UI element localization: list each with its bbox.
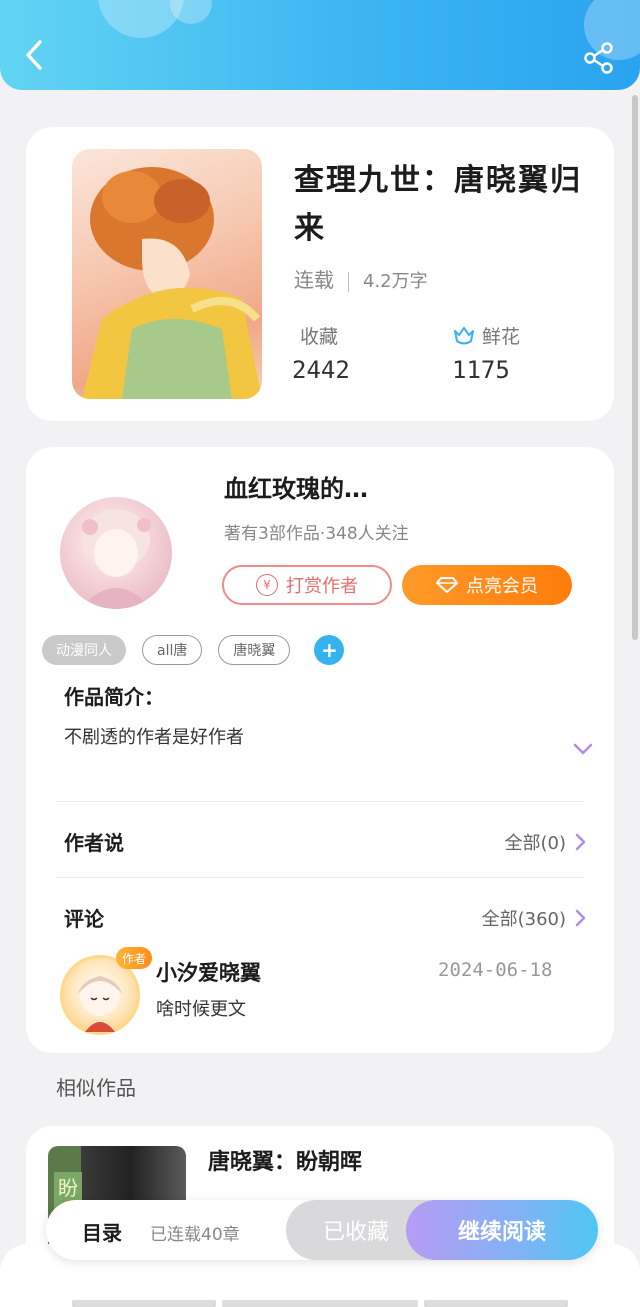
author-says-all-label: 全部(0): [504, 832, 567, 854]
book-info-card: 查理九世：唐晓翼归来 连载 4.2万字 收藏 2442 鲜花 1175: [26, 127, 614, 421]
back-button[interactable]: [22, 38, 50, 72]
book-meta: 连载 4.2万字: [294, 264, 428, 293]
comments-all-label: 全部(360): [481, 908, 566, 930]
commenter-illustration: [78, 976, 122, 1032]
tab-indicator: [424, 1300, 568, 1307]
cover-illustration: [82, 167, 262, 399]
favorites-count: 2442: [292, 356, 350, 384]
decorative-bubble: [170, 0, 212, 24]
activate-vip-button[interactable]: 点亮会员: [402, 565, 572, 605]
flowers-stat[interactable]: 鲜花: [452, 322, 520, 349]
bottom-tab-strip: [0, 1300, 640, 1307]
diamond-icon: [436, 577, 458, 593]
yen-icon: ¥: [256, 574, 278, 596]
author-badge: 作者: [116, 947, 152, 969]
expand-intro-button[interactable]: [572, 741, 594, 757]
tab-indicator: [222, 1300, 418, 1307]
top-header: [0, 0, 640, 90]
divider: [56, 877, 584, 878]
author-says-all-link[interactable]: 全部(0): [505, 829, 587, 855]
chevron-right-icon: [575, 909, 586, 926]
chevron-right-icon: [575, 833, 586, 850]
avatar-illustration: [80, 509, 152, 609]
comment-date: 2024-06-18: [438, 959, 553, 981]
intro-title: 作品简介：: [64, 685, 164, 709]
comment-text: 啥时候更文: [156, 999, 246, 1020]
similar-works-heading: 相似作品: [56, 1076, 136, 1100]
author-card: 血红玫瑰的… 著有3部作品·348人关注 ¥ 打赏作者 点亮会员 动漫同人 al…: [26, 447, 614, 1053]
tag-list: 动漫同人 all唐 唐晓翼 +: [42, 635, 345, 665]
flower-icon: [454, 326, 474, 344]
scrollbar[interactable]: [632, 95, 638, 640]
reward-author-button[interactable]: ¥ 打赏作者: [222, 565, 392, 605]
comments-row: 评论 全部(360): [64, 903, 586, 932]
reward-author-label: 打赏作者: [286, 576, 358, 597]
meta-divider: [348, 271, 349, 292]
author-says-row: 作者说 全部(0): [64, 827, 586, 856]
divider: [56, 801, 584, 802]
chevron-down-icon: [573, 743, 593, 755]
book-cover[interactable]: [72, 149, 262, 399]
add-tag-button[interactable]: +: [314, 635, 345, 665]
plus-icon: +: [320, 638, 338, 662]
comment-username[interactable]: 小汐爱晓翼: [156, 957, 261, 987]
comments-title: 评论: [64, 907, 104, 931]
word-count: 4.2万字: [363, 271, 428, 292]
comments-all-link[interactable]: 全部(360): [482, 905, 586, 931]
author-says-title: 作者说: [64, 831, 124, 855]
author-stats: 著有3部作品·348人关注: [224, 524, 409, 544]
chevron-left-icon: [26, 40, 42, 70]
table-of-contents-button[interactable]: 目录: [82, 1217, 122, 1246]
continue-reading-button[interactable]: 继续阅读: [406, 1200, 598, 1260]
tag-item[interactable]: all唐: [142, 635, 203, 665]
author-name[interactable]: 血红玫瑰的…: [224, 469, 368, 504]
author-avatar[interactable]: [60, 497, 172, 609]
share-icon: [584, 42, 613, 74]
chapter-count: 已连载40章: [150, 1225, 240, 1245]
book-status: 连载: [294, 268, 334, 292]
similar-work-title: 唐晓翼：盼朝晖: [208, 1150, 363, 1175]
intro-text: 不剧透的作者是好作者: [64, 727, 244, 748]
tab-indicator: [72, 1300, 216, 1307]
flowers-label: 鲜花: [482, 326, 521, 348]
book-title: 查理九世：唐晓翼归来: [294, 163, 582, 246]
flowers-count: 1175: [452, 356, 510, 384]
activate-vip-label: 点亮会员: [466, 576, 538, 597]
tag-item[interactable]: 动漫同人: [42, 635, 126, 665]
share-button[interactable]: [582, 40, 616, 74]
tag-item[interactable]: 唐晓翼: [218, 635, 291, 665]
bottom-action-bar: 目录 已连载40章 已收藏 继续阅读: [46, 1200, 598, 1260]
favorites-label: 收藏: [300, 326, 339, 348]
